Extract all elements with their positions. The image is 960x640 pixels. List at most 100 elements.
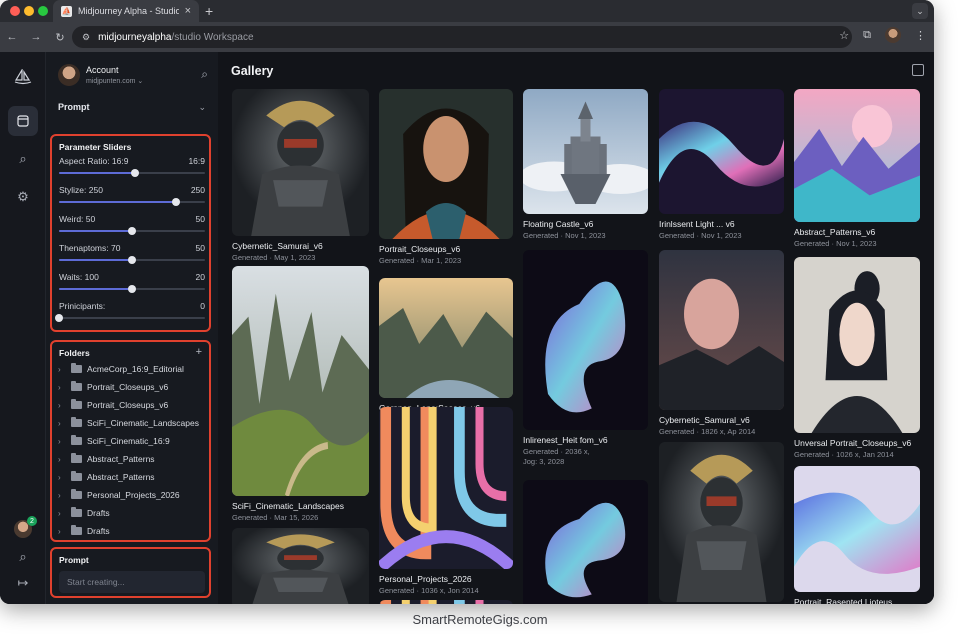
iridescent-image[interactable] — [659, 89, 784, 214]
slider-track[interactable] — [59, 256, 205, 264]
folder-item[interactable]: › Portrait_Closeups_v6 — [58, 396, 208, 414]
slider-track[interactable] — [55, 314, 205, 322]
slider-value: 16:9 — [188, 156, 205, 166]
new-tab-button[interactable]: + — [205, 3, 213, 19]
ribbon-image[interactable] — [794, 466, 920, 592]
valley-image[interactable] — [379, 278, 513, 398]
chevron-right-icon[interactable]: › — [58, 437, 66, 446]
reload-icon[interactable]: ↻ — [48, 31, 72, 44]
prompt-section-header[interactable]: Prompt ⌄ — [58, 102, 206, 113]
account-header[interactable]: Account midjpunten.com ⌄ ⌕ — [58, 64, 208, 88]
user-avatar[interactable]: 2 — [14, 516, 37, 538]
folder-icon — [71, 471, 82, 481]
slider-track[interactable] — [59, 198, 205, 206]
chevron-right-icon[interactable]: › — [58, 383, 66, 392]
layout-toggle-icon[interactable] — [912, 64, 924, 76]
close-tab-icon[interactable]: × — [185, 5, 191, 17]
cliffs-image[interactable] — [232, 266, 369, 496]
samurai-image[interactable] — [659, 442, 784, 602]
forward-icon[interactable]: → — [24, 31, 48, 43]
slider-thumb[interactable] — [128, 256, 136, 264]
parameter-slider[interactable]: Waits: 100 20 — [59, 272, 205, 298]
chevron-right-icon[interactable]: › — [58, 473, 66, 482]
chevron-right-icon[interactable]: › — [58, 401, 66, 410]
settings-gear-icon[interactable]: ⚙ — [8, 182, 38, 212]
folder-item[interactable]: › Abstract_Patterns — [58, 450, 208, 468]
folder-item[interactable]: › Portrait_Closeups_v6 — [58, 378, 208, 396]
mountains-image[interactable] — [794, 89, 920, 222]
slider-value: 250 — [190, 185, 205, 195]
holographic-image[interactable] — [523, 480, 648, 604]
browser-menu-icon[interactable]: ⋮ — [915, 29, 926, 42]
bookmark-star-icon[interactable]: ☆ — [839, 29, 849, 42]
parameter-slider[interactable]: Aspect Ratio: 16:9 16:9 — [59, 156, 205, 182]
portrait-image[interactable] — [379, 89, 513, 239]
back-icon[interactable]: ← — [0, 31, 24, 43]
folder-label: Personal_Projects_2026 — [87, 490, 180, 500]
card-meta: Generated · 1826 x, Ap 2014 — [659, 427, 756, 436]
slider-thumb[interactable] — [128, 285, 136, 293]
gallery-title: Gallery — [231, 64, 274, 78]
minimize-window-button[interactable] — [24, 6, 34, 16]
chevron-right-icon[interactable]: › — [58, 509, 66, 518]
parameter-slider[interactable]: Weird: 50 50 — [59, 214, 205, 240]
browser-tab[interactable]: ⛵ Midjourney Alpha - Studio W × — [53, 0, 199, 22]
folder-icon — [71, 507, 82, 517]
folder-item[interactable]: › Drafts — [58, 504, 208, 522]
url-path: /studio Workspace — [171, 31, 254, 43]
prompt-input[interactable]: Start creating... — [59, 571, 205, 593]
folder-item[interactable]: › Personal_Projects_2026 — [58, 486, 208, 504]
browser-toolbar: ← → ↻ ⚙ midjourneyalpha/studio Workspace… — [0, 22, 934, 52]
folder-item[interactable]: › Drafts — [58, 522, 208, 540]
folder-icon — [71, 417, 82, 427]
add-folder-button[interactable]: + — [196, 346, 202, 358]
folder-item[interactable]: › AcmeCorp_16:9_Editorial — [58, 360, 208, 378]
samurai-image[interactable] — [232, 528, 369, 604]
extensions-icon[interactable]: ⧉ — [863, 29, 871, 42]
slider-thumb[interactable] — [55, 314, 63, 322]
pattern-image[interactable] — [379, 600, 513, 604]
gallery-nav-icon[interactable] — [8, 106, 38, 136]
slider-thumb[interactable] — [128, 227, 136, 235]
address-bar[interactable]: ⚙ midjourneyalpha/studio Workspace — [72, 26, 852, 48]
slider-fill — [59, 172, 135, 174]
maximize-window-button[interactable] — [38, 6, 48, 16]
chevron-right-icon[interactable]: › — [58, 491, 66, 500]
pattern-image[interactable] — [379, 407, 513, 569]
prompt-section-label: Prompt — [58, 102, 90, 112]
folder-item[interactable]: › SciFi_Cinematic_16:9 — [58, 432, 208, 450]
sailboat-logo-icon[interactable] — [8, 62, 38, 92]
folder-label: SciFi_Cinematic_Landscapes — [87, 418, 199, 428]
samurai-image[interactable] — [232, 89, 369, 236]
parameter-slider[interactable]: Stylize: 250 250 — [59, 185, 205, 211]
moon-image[interactable] — [659, 250, 784, 410]
folder-item[interactable]: › Abstract_Patterns — [58, 468, 208, 486]
card-title: Portrait_Closeups_v6 — [379, 244, 461, 254]
chevron-right-icon[interactable]: › — [58, 419, 66, 428]
slider-track[interactable] — [59, 169, 205, 177]
search-nav-icon[interactable]: ⌕ — [8, 144, 38, 174]
chevron-right-icon[interactable]: › — [58, 365, 66, 374]
anime-portrait-image[interactable] — [794, 257, 920, 433]
close-window-button[interactable] — [10, 6, 20, 16]
slider-track[interactable] — [59, 285, 205, 293]
search-icon[interactable]: ⌕ — [201, 67, 208, 82]
slider-track[interactable] — [59, 227, 205, 235]
card-meta: Generated · Nov 1, 2023 — [794, 239, 877, 248]
parameter-slider[interactable]: Prinicipants: 0 — [55, 301, 205, 327]
site-info-icon[interactable]: ⚙ — [82, 32, 90, 43]
chevron-right-icon[interactable]: › — [58, 455, 66, 464]
tab-search-button[interactable]: ⌄ — [912, 3, 928, 19]
chevron-right-icon[interactable]: › — [58, 527, 66, 536]
castle-image[interactable] — [523, 89, 648, 214]
holographic-image[interactable] — [523, 250, 648, 430]
slider-thumb[interactable] — [171, 198, 180, 206]
folder-item[interactable]: › SciFi_Cinematic_Landscapes — [58, 414, 208, 432]
account-avatar — [58, 64, 80, 86]
slider-thumb[interactable] — [130, 169, 139, 177]
panel-title: Folders — [59, 348, 90, 358]
profile-avatar[interactable] — [885, 27, 901, 43]
parameter-slider[interactable]: Thenaptoms: 70 50 — [59, 243, 205, 269]
logout-icon[interactable]: ↦ — [8, 568, 38, 598]
card-title: Unversal Portrait_Closeups_v6 — [794, 438, 912, 448]
